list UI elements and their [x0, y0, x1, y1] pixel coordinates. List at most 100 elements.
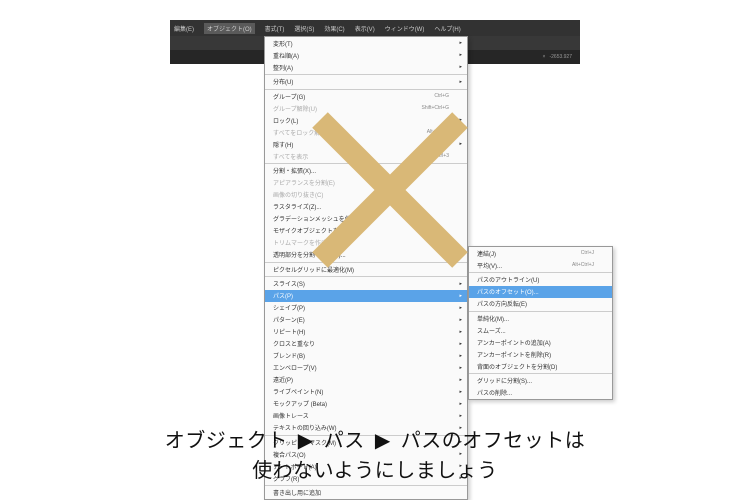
menu-item[interactable]: 整列(A): [265, 61, 467, 73]
menu-item-label: すべてをロック解除(K): [273, 128, 334, 137]
menu-item[interactable]: 連結(J) Ctrl+J: [469, 247, 612, 259]
menu-item[interactable]: アンカーポイントの追加(A): [469, 336, 612, 348]
menu-item[interactable]: パターン(E): [265, 314, 467, 326]
menu-item[interactable]: ライブペイント(N): [265, 386, 467, 398]
menu-item-shortcut: Alt+Ctrl+2: [427, 129, 449, 135]
menu-item-label: パスのオフセット(O)...: [477, 287, 539, 296]
menu-item-label: ピクセルグリッドに最適化(M): [273, 265, 354, 274]
menu-item-label: モックアップ (Beta): [273, 399, 327, 408]
menu-item[interactable]: グリッドに分割(S)...: [469, 373, 612, 387]
menu-item[interactable]: クロスと重なり: [265, 338, 467, 350]
menu-item[interactable]: リピート(H): [265, 326, 467, 338]
menubar-item[interactable]: オブジェクト(O): [204, 23, 255, 34]
menu-item-label: 書き出し用に追加: [273, 488, 321, 497]
caption-part: パス: [324, 430, 365, 452]
menu-item[interactable]: 書き出し用に追加: [265, 485, 467, 499]
menu-item: すべてを表示 Alt+Ctrl+3: [265, 150, 467, 162]
menu-item[interactable]: 透明部分を分割・統合(F)...: [265, 249, 467, 261]
menu-item-label: アンカーポイントの追加(A): [477, 338, 551, 347]
menubar-item[interactable]: ヘルプ(H): [434, 24, 460, 33]
menu-item[interactable]: パスの方向反転(E): [469, 298, 612, 310]
menu-item-shortcut: Ctrl+G: [434, 93, 449, 99]
menu-item[interactable]: アンカーポイントを削除(R): [469, 348, 612, 360]
menu-item[interactable]: 単純化(M)...: [469, 311, 612, 325]
menu-item-label: すべてを表示: [273, 152, 308, 161]
menubar-item[interactable]: 編集(E): [174, 24, 194, 33]
menu-item[interactable]: パスのオフセット(O)...: [469, 286, 612, 298]
caption: オブジェクト ▶ パス ▶ パスのオフセットは 使わないようにしましょう: [0, 426, 750, 486]
menu-item-label: 連結(J): [477, 249, 496, 258]
menu-item-label: 変形(T): [273, 39, 293, 48]
caption-arrow-icon: ▶: [298, 426, 314, 456]
menu-item[interactable]: グラデーションメッシュを作成...: [265, 213, 467, 225]
menu-item-shortcut: Alt+Ctrl+3: [427, 153, 449, 159]
menu-item[interactable]: パスのアウトライン(U): [469, 272, 612, 286]
menu-item: トリムマークを作成(C): [265, 237, 467, 249]
menu-item-label: 透明部分を分割・統合(F)...: [273, 250, 346, 259]
menu-item-label: スムーズ...: [477, 326, 506, 335]
menu-item: アピアランスを分割(E): [265, 177, 467, 189]
menu-item-shortcut: Alt+Ctrl+J: [572, 262, 594, 268]
menu-item[interactable]: エンベロープ(V): [265, 362, 467, 374]
menu-item-label: ロック(L): [273, 116, 298, 125]
menu-item[interactable]: 遠近(P): [265, 374, 467, 386]
menu-item[interactable]: モザイクオブジェクトを作成...: [265, 225, 467, 237]
menu-item-shortcut: Ctrl+J: [581, 250, 594, 256]
menu-item[interactable]: 変形(T): [265, 37, 467, 49]
menu-item-label: 重ね順(A): [273, 51, 299, 60]
menu-item[interactable]: 重ね順(A): [265, 49, 467, 61]
menu-item-label: パターン(E): [273, 315, 305, 324]
menu-item-label: モザイクオブジェクトを作成...: [273, 226, 356, 235]
menu-item-label: クロスと重なり: [273, 339, 315, 348]
menu-item-label: 画像の切り抜き(C): [273, 190, 323, 199]
menu-item-label: トリムマークを作成(C): [273, 238, 335, 247]
menu-item-label: 分割・拡張(X)...: [273, 166, 316, 175]
menu-item-label: リピート(H): [273, 327, 305, 336]
caption-line2: 使わないようにしましょう: [0, 456, 750, 486]
menu-item-label: 整列(A): [273, 63, 293, 72]
menu-item-label: シェイプ(P): [273, 303, 305, 312]
menu-item[interactable]: モックアップ (Beta): [265, 398, 467, 410]
menu-item[interactable]: スライス(S): [265, 276, 467, 290]
menubar-item[interactable]: 選択(S): [294, 24, 314, 33]
menu-item[interactable]: ピクセルグリッドに最適化(M): [265, 262, 467, 276]
menu-item-label: 遠近(P): [273, 375, 293, 384]
menu-item-label: パスのアウトライン(U): [477, 275, 539, 284]
menu-item[interactable]: 平均(V)... Alt+Ctrl+J: [469, 259, 612, 271]
menu-item-label: 隠す(H): [273, 140, 293, 149]
menu-item[interactable]: 分割・拡張(X)...: [265, 163, 467, 177]
menu-item-label: 背面のオブジェクトを分割(D): [477, 362, 557, 371]
menu-item-label: パス(P): [273, 291, 293, 300]
menu-item[interactable]: スムーズ...: [469, 324, 612, 336]
menu-item[interactable]: パスの削除...: [469, 387, 612, 399]
menubar-item[interactable]: 表示(V): [355, 24, 375, 33]
menu-item-label: アンカーポイントを削除(R): [477, 350, 551, 359]
menu-item-label: スライス(S): [273, 279, 305, 288]
menu-item: 画像の切り抜き(C): [265, 189, 467, 201]
menu-item[interactable]: パス(P): [265, 290, 467, 302]
menu-item[interactable]: ブレンド(B): [265, 350, 467, 362]
menu-item[interactable]: 隠す(H): [265, 138, 467, 150]
menu-item-shortcut: Shift+Ctrl+G: [421, 105, 449, 111]
menu-item-label: ライブペイント(N): [273, 387, 323, 396]
menu-item[interactable]: 分布(U): [265, 74, 467, 88]
menu-item[interactable]: 背面のオブジェクトを分割(D): [469, 360, 612, 372]
menu-item-label: エンベロープ(V): [273, 363, 317, 372]
menu-item[interactable]: ロック(L): [265, 114, 467, 126]
menubar-item[interactable]: 効果(C): [324, 24, 344, 33]
path-submenu: 連結(J) Ctrl+J 平均(V)... Alt+Ctrl+J パスのアウトライン(U…: [468, 246, 613, 400]
menubar-item[interactable]: ウィンドウ(W): [385, 24, 425, 33]
menu-item-label: 平均(V)...: [477, 261, 502, 270]
menu-item-label: グリッドに分割(S)...: [477, 376, 532, 385]
menu-item-label: ラスタライズ(Z)...: [273, 202, 321, 211]
menu-item[interactable]: グループ(G) Ctrl+G: [265, 89, 467, 103]
menu-item[interactable]: シェイプ(P): [265, 302, 467, 314]
menu-item[interactable]: 画像トレース: [265, 410, 467, 422]
toolbar-info: -2653.927: [549, 54, 572, 60]
menu-item-label: グループ(G): [273, 92, 305, 101]
caption-part: オブジェクト: [165, 430, 288, 452]
menubar-item[interactable]: 書式(T): [265, 24, 285, 33]
menu-item-label: グラデーションメッシュを作成...: [273, 214, 362, 223]
menu-item[interactable]: ラスタライズ(Z)...: [265, 201, 467, 213]
menu-item-label: 単純化(M)...: [477, 314, 509, 323]
